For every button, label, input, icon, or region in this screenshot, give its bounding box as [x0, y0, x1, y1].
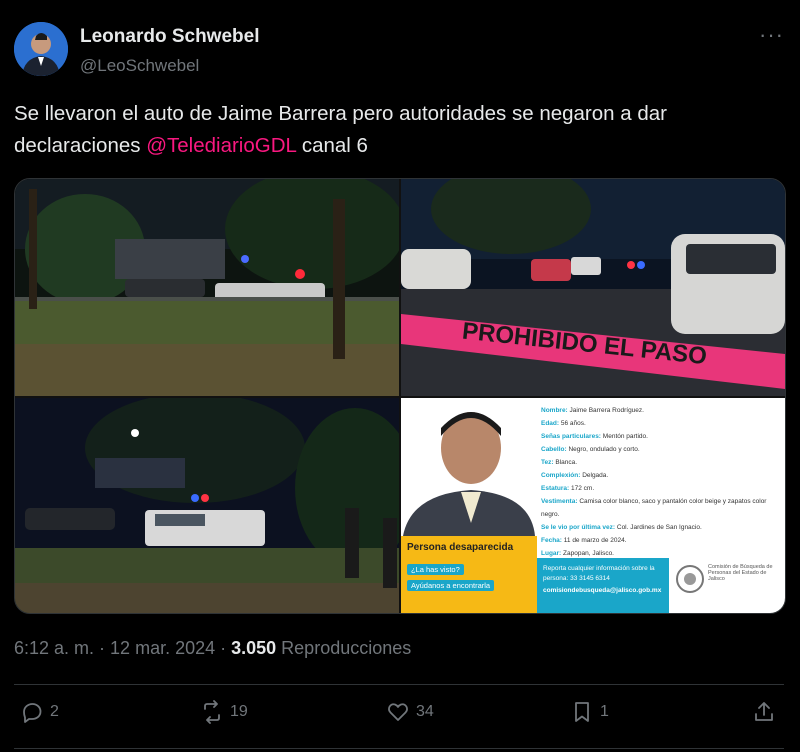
more-options-icon[interactable]: ··· [759, 22, 784, 48]
reply-icon [23, 703, 42, 723]
meta-separator: · [94, 638, 111, 658]
divider [14, 684, 784, 685]
poster-field-key: Complexión: [541, 472, 581, 479]
poster-field: Nombre: Jaime Barrera Rodríguez. [541, 404, 781, 417]
poster-field-key: Señas particulares: [541, 433, 601, 440]
bookmark-icon [575, 702, 589, 722]
poster-portrait [401, 398, 537, 536]
poster-field-value: Delgada. [582, 472, 609, 479]
poster-field-value: Zapopan, Jalisco. [563, 550, 614, 557]
tweet-text: Se llevaron el auto de Jaime Barrera per… [14, 98, 774, 162]
seen-label: ¿La has visto? [407, 564, 464, 575]
mention-link[interactable]: @TelediarioGDL [146, 134, 296, 157]
help-label: Ayúdanos a encontrarla [407, 580, 495, 591]
reply-button[interactable]: 2 [20, 700, 59, 724]
heart-icon [388, 703, 408, 721]
poster-field: Estatura: 172 cm. [541, 482, 781, 495]
poster-report-box: Reporta cualquier información sobre la p… [537, 558, 669, 613]
share-icon [755, 702, 773, 721]
poster-field: Tez: Blanca. [541, 456, 781, 469]
poster-field-key: Edad: [541, 420, 560, 427]
poster-missing-banner: Persona desaparecida ¿La has visto? Ayúd… [401, 536, 537, 613]
missing-label: Persona desaparecida [407, 542, 514, 553]
share-button[interactable] [752, 700, 776, 724]
poster-field-value: Col. Jardines de San Ignacio. [616, 524, 702, 531]
avatar[interactable] [14, 22, 68, 76]
poster-field: Cabello: Negro, ondulado y corto. [541, 443, 781, 456]
poster-field: Se le vio por última vez: Col. Jardines … [541, 521, 781, 534]
poster-field-value: 11 de marzo de 2024. [563, 537, 627, 544]
poster-field-key: Nombre: [541, 407, 568, 414]
poster-field-key: Tez: [541, 459, 554, 466]
reply-count: 2 [50, 703, 59, 720]
poster-field-key: Cabello: [541, 446, 567, 453]
poster-field-value: 172 cm. [571, 485, 595, 492]
poster-field-value: Negro, ondulado y corto. [568, 446, 640, 453]
tweet-text-part: canal 6 [296, 134, 368, 157]
like-count: 34 [416, 703, 434, 720]
poster-field-value: Mentón partido. [602, 433, 648, 440]
poster-details: Nombre: Jaime Barrera Rodríguez. Edad: 56… [541, 404, 781, 560]
poster-field-value: 56 años. [560, 420, 586, 427]
poster-field-value: Jaime Barrera Rodríguez. [569, 407, 644, 414]
photo-night-park[interactable] [15, 179, 399, 396]
views-label: Reproducciones [276, 638, 412, 658]
missing-person-poster[interactable]: Nombre: Jaime Barrera Rodríguez. Edad: 56… [401, 398, 785, 613]
meta-separator: · [215, 638, 232, 658]
agency-logo: Comisión de Búsqueda de Personas del Est… [675, 564, 781, 610]
author-handle[interactable]: @LeoSchwebel [80, 56, 199, 76]
poster-field: Vestimenta: Camisa color blanco, saco y … [541, 495, 781, 521]
views-count: 3.050 [231, 638, 277, 658]
poster-field: Edad: 56 años. [541, 417, 781, 430]
action-bar: 2 19 34 1 [0, 700, 800, 736]
author-name[interactable]: Leonardo Schwebel [80, 26, 259, 48]
poster-field-key: Lugar: [541, 550, 562, 557]
photo-police-tape[interactable]: PROHIBIDO EL PASO [401, 179, 785, 396]
media-grid: PROHIBIDO EL PASO Nombre: Jaime Barrera … [14, 178, 786, 614]
bookmark-count: 1 [600, 703, 609, 720]
seal-icon [676, 565, 704, 593]
report-text: Reporta cualquier información sobre la p… [543, 565, 655, 582]
poster-field-value: Blanca. [555, 459, 578, 466]
tweet-meta: 6:12 a. m. · 12 mar. 2024 · 3.050 Reprod… [14, 638, 411, 659]
repost-button[interactable]: 19 [200, 700, 248, 724]
report-email: comisiondebusqueda@jalisco.gob.mx [543, 587, 662, 594]
poster-field-key: Vestimenta: [541, 498, 578, 505]
repost-icon [204, 700, 220, 724]
tweet-time[interactable]: 6:12 a. m. [14, 638, 94, 658]
poster-field-key: Se le vio por última vez: [541, 524, 616, 531]
poster-field: Señas particulares: Mentón partido. [541, 430, 781, 443]
repost-count: 19 [230, 703, 248, 720]
photo-police-truck[interactable] [15, 398, 399, 613]
divider [14, 748, 784, 749]
tweet-date[interactable]: 12 mar. 2024 [110, 638, 215, 658]
like-button[interactable]: 34 [386, 700, 434, 724]
bookmark-button[interactable]: 1 [570, 700, 609, 724]
poster-field: Complexión: Delgada. [541, 469, 781, 482]
poster-field: Fecha: 11 de marzo de 2024. [541, 534, 781, 547]
poster-field-key: Fecha: [541, 537, 562, 544]
avatar-image [14, 22, 68, 76]
poster-field-key: Estatura: [541, 485, 570, 492]
